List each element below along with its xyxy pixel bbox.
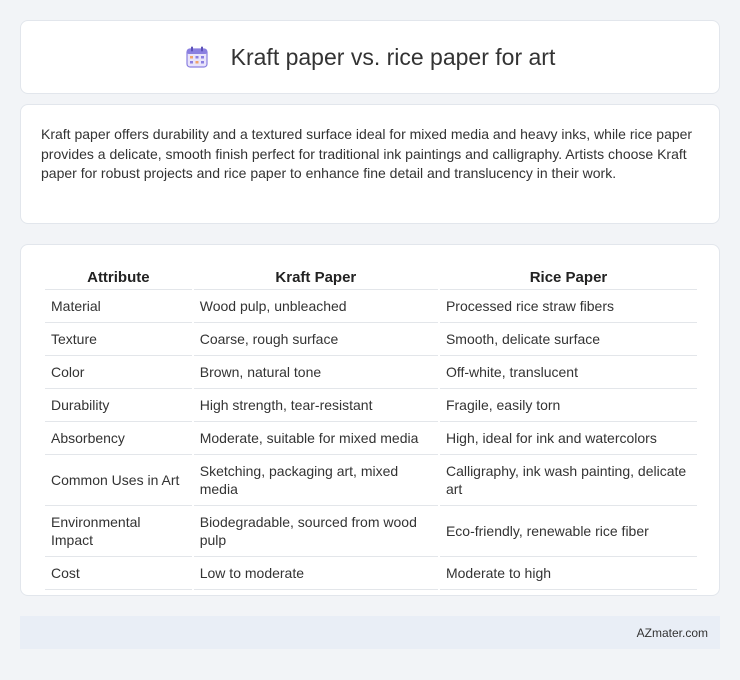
table-row: Absorbency Moderate, suitable for mixed …: [45, 422, 697, 455]
table-cell: Color: [45, 356, 192, 389]
table-cell: Texture: [45, 323, 192, 356]
table-cell: Moderate to high: [439, 557, 697, 590]
table-row: Durability High strength, tear-resistant…: [45, 389, 697, 422]
table-cell: Eco-friendly, renewable rice fiber: [439, 506, 697, 557]
table-cell: Moderate, suitable for mixed media: [193, 422, 438, 455]
comparison-table: Attribute Kraft Paper Rice Paper Materia…: [43, 265, 699, 590]
table-cell: Durability: [45, 389, 192, 422]
table-row: Texture Coarse, rough surface Smooth, de…: [45, 323, 697, 356]
footer-bar: AZmater.com: [20, 616, 720, 649]
table-cell: High strength, tear-resistant: [193, 389, 438, 422]
header-rice-paper: Rice Paper: [439, 265, 697, 290]
table-cell: Absorbency: [45, 422, 192, 455]
table-header-row: Attribute Kraft Paper Rice Paper: [45, 265, 697, 290]
table-row: Material Wood pulp, unbleached Processed…: [45, 290, 697, 323]
footer-brand: AZmater.com: [636, 625, 708, 640]
header-kraft-paper: Kraft Paper: [193, 265, 438, 290]
table-row: Common Uses in Art Sketching, packaging …: [45, 455, 697, 506]
summary-text: Kraft paper offers durability and a text…: [41, 126, 693, 181]
table-cell: Material: [45, 290, 192, 323]
table-row: Cost Low to moderate Moderate to high: [45, 557, 697, 590]
calendar-icon: [185, 45, 209, 69]
table-cell: Coarse, rough surface: [193, 323, 438, 356]
table-cell: Common Uses in Art: [45, 455, 192, 506]
table-cell: Biodegradable, sourced from wood pulp: [193, 506, 438, 557]
table-cell: Sketching, packaging art, mixed media: [193, 455, 438, 506]
title-card: Kraft paper vs. rice paper for art: [20, 20, 720, 94]
table-cell: Low to moderate: [193, 557, 438, 590]
table-row: Environmental Impact Biodegradable, sour…: [45, 506, 697, 557]
summary-card: Kraft paper offers durability and a text…: [20, 104, 720, 224]
table-cell: Brown, natural tone: [193, 356, 438, 389]
comparison-table-card: Attribute Kraft Paper Rice Paper Materia…: [20, 244, 720, 596]
table-row: Color Brown, natural tone Off-white, tra…: [45, 356, 697, 389]
table-cell: Processed rice straw fibers: [439, 290, 697, 323]
table-cell: Wood pulp, unbleached: [193, 290, 438, 323]
table-cell: Environmental Impact: [45, 506, 192, 557]
table-cell: High, ideal for ink and watercolors: [439, 422, 697, 455]
table-cell: Calligraphy, ink wash painting, delicate…: [439, 455, 697, 506]
page-title: Kraft paper vs. rice paper for art: [230, 43, 556, 70]
table-cell: Cost: [45, 557, 192, 590]
table-cell: Smooth, delicate surface: [439, 323, 697, 356]
table-cell: Off-white, translucent: [439, 356, 697, 389]
table-cell: Fragile, easily torn: [439, 389, 697, 422]
header-attribute: Attribute: [45, 265, 192, 290]
